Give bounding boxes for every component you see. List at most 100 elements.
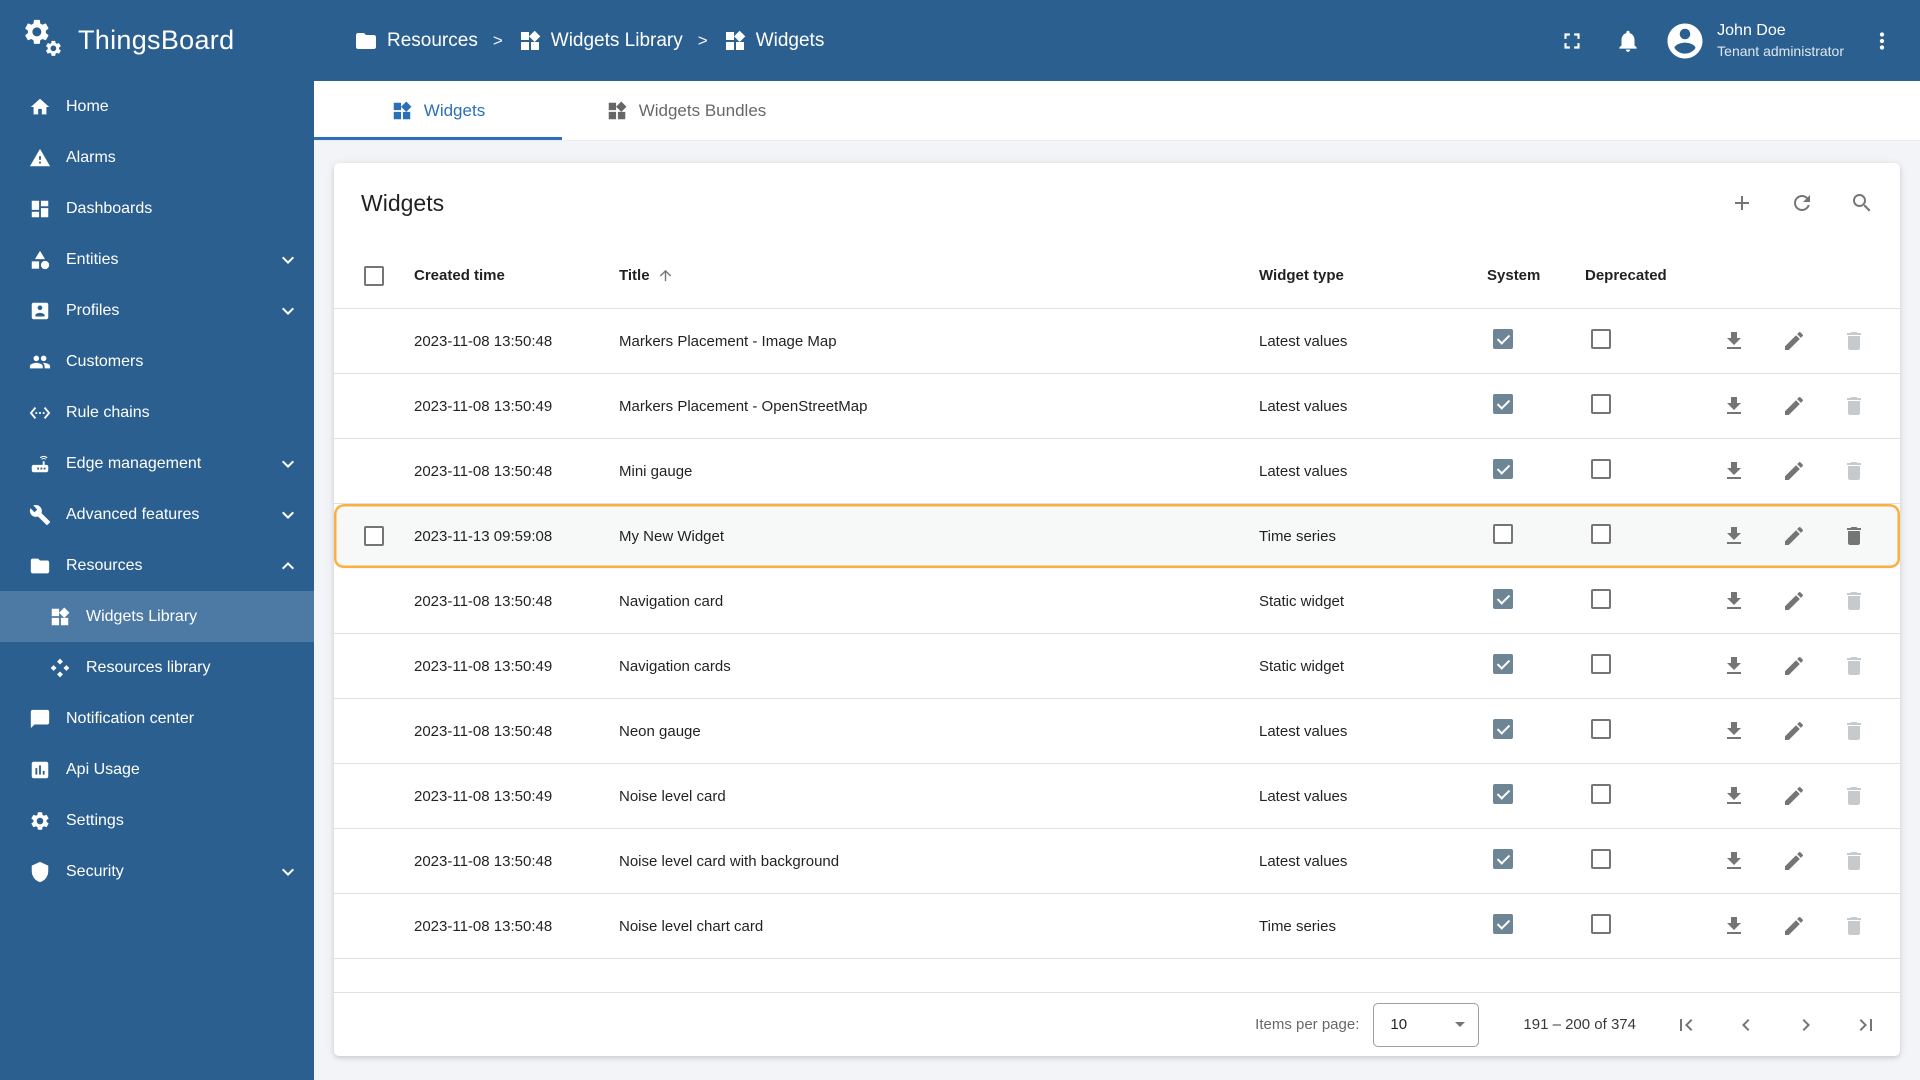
table-row-mini-gauge[interactable]: 2023-11-08 13:50:48 Mini gauge Latest valu… xyxy=(334,439,1900,504)
download-button[interactable] xyxy=(1710,512,1758,560)
app-logo[interactable]: ThingsBoard xyxy=(0,0,314,81)
table-row-markers-placement-image-map[interactable]: 2023-11-08 13:50:48 Markers Placement - I… xyxy=(334,309,1900,374)
tab-widgets-bundles[interactable]: Widgets Bundles xyxy=(562,81,810,140)
user-menu[interactable]: John Doe Tenant administrator xyxy=(1664,20,1844,62)
column-header-created-time[interactable]: Created time xyxy=(414,267,619,284)
sidebar-item-profiles[interactable]: Profiles xyxy=(0,285,314,336)
sidebar-item-advanced-features[interactable]: Advanced features xyxy=(0,489,314,540)
column-header-system[interactable]: System xyxy=(1487,267,1585,284)
download-icon xyxy=(1722,849,1746,873)
column-header-widget-type[interactable]: Widget type xyxy=(1259,267,1487,284)
delete-icon xyxy=(1842,394,1866,418)
widget-type-cell: Time series xyxy=(1259,917,1336,935)
sidebar-item-dashboards[interactable]: Dashboards xyxy=(0,183,314,234)
sidebar-item-entities[interactable]: Entities xyxy=(0,234,314,285)
card-actions xyxy=(1718,179,1886,227)
edit-icon xyxy=(1782,524,1806,548)
edit-button[interactable] xyxy=(1770,447,1818,495)
first-page-icon xyxy=(1674,1013,1698,1037)
download-button[interactable] xyxy=(1710,707,1758,755)
user-role: Tenant administrator xyxy=(1717,43,1844,59)
sidebar-item-rule-chains[interactable]: Rule chains xyxy=(0,387,314,438)
delete-button xyxy=(1830,837,1878,885)
sidebar-item-resources[interactable]: Resources xyxy=(0,540,314,591)
sidebar-item-home[interactable]: Home xyxy=(0,81,314,132)
row-checkbox[interactable] xyxy=(364,526,384,546)
download-icon xyxy=(1722,719,1746,743)
sidebar-item-settings[interactable]: Settings xyxy=(0,795,314,846)
edit-icon xyxy=(1782,719,1806,743)
title-cell: Navigation cards xyxy=(619,657,731,675)
sidebar-item-label: Settings xyxy=(66,811,124,829)
refresh-button[interactable] xyxy=(1778,179,1826,227)
add-widget-button[interactable] xyxy=(1718,179,1766,227)
more-menu-button[interactable] xyxy=(1858,17,1906,65)
title-cell: Markers Placement - Image Map xyxy=(619,332,837,350)
download-button[interactable] xyxy=(1710,447,1758,495)
chevron-left-icon xyxy=(1734,1013,1758,1037)
download-button[interactable] xyxy=(1710,902,1758,950)
fullscreen-button[interactable] xyxy=(1548,17,1596,65)
edit-button[interactable] xyxy=(1770,512,1818,560)
deprecated-checkbox xyxy=(1591,784,1611,804)
resources-library-icon xyxy=(49,657,71,679)
download-button[interactable] xyxy=(1710,837,1758,885)
download-button[interactable] xyxy=(1710,772,1758,820)
tab-widgets[interactable]: Widgets xyxy=(314,81,562,140)
table-row-navigation-card[interactable]: 2023-11-08 13:50:48 Navigation card Static… xyxy=(334,569,1900,634)
table-row-noise-level-card-with-background[interactable]: 2023-11-08 13:50:48 Noise level card with… xyxy=(334,829,1900,894)
sidebar-item-api-usage[interactable]: Api Usage xyxy=(0,744,314,795)
next-page-button[interactable] xyxy=(1782,1001,1830,1049)
first-page-button[interactable] xyxy=(1662,1001,1710,1049)
edit-button[interactable] xyxy=(1770,707,1818,755)
table-row-markers-placement-openstreetmap[interactable]: 2023-11-08 13:50:49 Markers Placement - O… xyxy=(334,374,1900,439)
table-row-navigation-cards[interactable]: 2023-11-08 13:50:49 Navigation cards Stati… xyxy=(334,634,1900,699)
edit-button[interactable] xyxy=(1770,317,1818,365)
sidebar-item-widgets-library[interactable]: Widgets Library xyxy=(0,591,314,642)
rule-chains-icon xyxy=(29,402,51,424)
table-row-neon-gauge[interactable]: 2023-11-08 13:50:48 Neon gauge Latest valu… xyxy=(334,699,1900,764)
breadcrumb-label: Resources xyxy=(387,29,478,51)
edit-button[interactable] xyxy=(1770,902,1818,950)
table-row-my-new-widget[interactable]: 2023-11-13 09:59:08 My New Widget Time ser… xyxy=(334,504,1900,569)
last-page-button[interactable] xyxy=(1842,1001,1890,1049)
search-button[interactable] xyxy=(1838,179,1886,227)
column-header-deprecated[interactable]: Deprecated xyxy=(1585,267,1710,284)
sidebar-item-notification-center[interactable]: Notification center xyxy=(0,693,314,744)
sidebar-item-edge-management[interactable]: Edge management xyxy=(0,438,314,489)
download-button[interactable] xyxy=(1710,317,1758,365)
edit-button[interactable] xyxy=(1770,642,1818,690)
breadcrumb-item-widgets[interactable]: Widgets xyxy=(723,29,824,53)
title-cell: Noise level chart card xyxy=(619,917,764,935)
sidebar-item-label: Security xyxy=(66,862,124,880)
select-all-checkbox[interactable] xyxy=(364,265,384,286)
edit-button[interactable] xyxy=(1770,382,1818,430)
breadcrumb-item-widgets-library[interactable]: Widgets Library xyxy=(518,29,683,53)
sidebar-item-resources-library[interactable]: Resources library xyxy=(0,642,314,693)
sidebar-item-customers[interactable]: Customers xyxy=(0,336,314,387)
table-row-noise-level-chart-card[interactable]: 2023-11-08 13:50:48 Noise level chart car… xyxy=(334,894,1900,959)
created-time-cell: 2023-11-08 13:50:48 xyxy=(414,917,553,935)
download-button[interactable] xyxy=(1710,382,1758,430)
items-per-page-select[interactable]: 10 xyxy=(1373,1002,1480,1047)
profiles-icon xyxy=(29,300,51,322)
notifications-button[interactable] xyxy=(1604,17,1652,65)
sidebar-item-label: Home xyxy=(66,97,109,115)
edit-button[interactable] xyxy=(1770,837,1818,885)
edit-button[interactable] xyxy=(1770,772,1818,820)
delete-icon xyxy=(1842,459,1866,483)
edge-management-icon xyxy=(29,453,51,475)
table-row-noise-level-card[interactable]: 2023-11-08 13:50:49 Noise level card Lates… xyxy=(334,764,1900,829)
sidebar-item-security[interactable]: Security xyxy=(0,846,314,897)
download-icon xyxy=(1722,589,1746,613)
breadcrumb-item-resources[interactable]: Resources xyxy=(354,29,478,53)
download-button[interactable] xyxy=(1710,642,1758,690)
created-time-cell: 2023-11-08 13:50:49 xyxy=(414,397,553,415)
download-button[interactable] xyxy=(1710,577,1758,625)
previous-page-button[interactable] xyxy=(1722,1001,1770,1049)
delete-button[interactable] xyxy=(1830,512,1878,560)
sidebar-item-alarms[interactable]: Alarms xyxy=(0,132,314,183)
column-label: Created time xyxy=(414,267,505,284)
column-header-title[interactable]: Title xyxy=(619,267,1259,284)
edit-button[interactable] xyxy=(1770,577,1818,625)
